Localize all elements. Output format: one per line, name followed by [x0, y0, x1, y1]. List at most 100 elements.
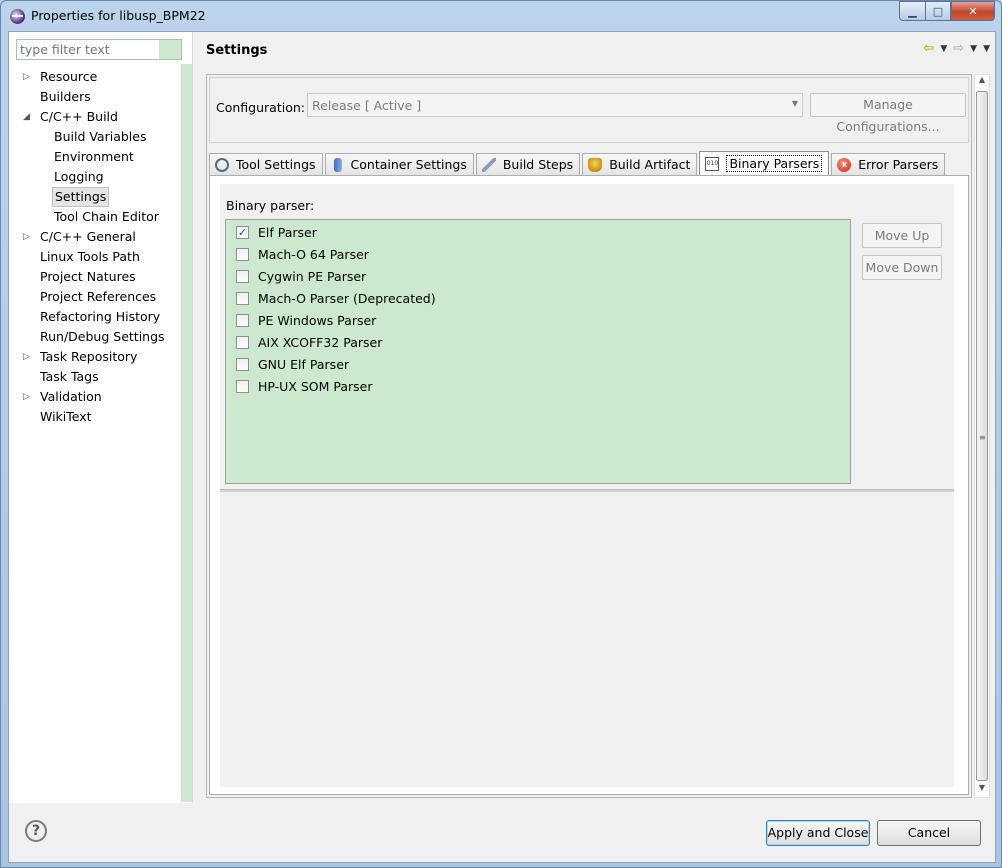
dialog-body: ▷ Resource Builders ◢ C/C++ Build Build Va… [8, 31, 996, 863]
parser-row-aix-xcoff32[interactable]: AIX XCOFF32 Parser [236, 331, 382, 353]
filter-input[interactable] [17, 40, 159, 59]
chevron-down-icon: ▼ [791, 99, 798, 108]
panel-sash[interactable] [220, 489, 954, 492]
close-button[interactable]: ✕ [951, 1, 995, 21]
parser-checkbox[interactable] [236, 379, 249, 393]
minimize-button[interactable]: ▁ [899, 1, 925, 21]
tree-item-label: Tool Chain Editor [54, 209, 159, 224]
tree-item-label: Task Repository [40, 349, 138, 364]
forward-arrow-icon[interactable]: ⇨ [953, 41, 964, 56]
tree-item-cpp-build[interactable]: ◢ C/C++ Build [21, 107, 181, 127]
parser-checkbox[interactable] [236, 357, 249, 371]
error-icon: x [837, 157, 852, 172]
parser-row-elf[interactable]: ✓ Elf Parser [236, 221, 317, 243]
tree-item-label: Task Tags [40, 369, 99, 384]
tree-item-resource[interactable]: ▷ Resource [21, 67, 181, 87]
tree-item-task-tags[interactable]: Task Tags [21, 367, 181, 387]
tree-item-validation[interactable]: ▷ Validation [21, 387, 181, 407]
collapse-icon[interactable]: ◢ [23, 107, 33, 127]
parser-checkbox[interactable] [236, 291, 249, 305]
tree-item-run-debug-settings[interactable]: Run/Debug Settings [21, 327, 181, 347]
vertical-scrollbar[interactable]: ▲ ≡ ▼ [974, 74, 990, 798]
preference-tree-pane: ▷ Resource Builders ◢ C/C++ Build Build Va… [9, 32, 193, 803]
tab-binary-parsers[interactable]: 010 Binary Parsers [699, 151, 830, 175]
binary-parsers-panel: Binary parser: ✓ Elf Parser Mach-O 64 Par… [209, 175, 969, 795]
title-bar[interactable]: Properties for libusp_BPM22 ▁ □ ✕ [1, 1, 1001, 31]
scroll-up-icon[interactable]: ▲ [975, 75, 989, 89]
manage-configurations-button[interactable]: Manage Configurations... [810, 93, 966, 134]
expand-icon[interactable]: ▷ [23, 347, 33, 367]
move-up-button[interactable]: Move Up [862, 223, 942, 248]
tab-error-parsers[interactable]: x Error Parsers [831, 153, 946, 175]
parser-row-cygwin-pe[interactable]: Cygwin PE Parser [236, 265, 366, 287]
preference-tree: ▷ Resource Builders ◢ C/C++ Build Build Va… [21, 67, 181, 427]
tree-item-wikitext[interactable]: WikiText [21, 407, 181, 427]
page-header: Settings ⇦ ▼ ⇨ ▼ ▼ [194, 32, 996, 68]
back-arrow-icon[interactable]: ⇦ [923, 41, 934, 56]
parser-row-pe-windows[interactable]: PE Windows Parser [236, 309, 376, 331]
apply-and-close-button[interactable]: Apply and Close [766, 820, 870, 846]
parser-options-area [220, 494, 954, 787]
cancel-button[interactable]: Cancel [877, 820, 981, 846]
tree-item-task-repository[interactable]: ▷ Task Repository [21, 347, 181, 367]
help-icon[interactable]: ? [25, 820, 47, 842]
tree-item-label: Builders [40, 89, 91, 104]
tab-build-artifact[interactable]: Build Artifact [582, 153, 698, 175]
binary-parser-list[interactable]: ✓ Elf Parser Mach-O 64 Parser Cygwin PE P… [225, 219, 851, 484]
tree-item-logging[interactable]: Logging [21, 167, 181, 187]
scroll-down-icon[interactable]: ▼ [975, 783, 989, 797]
properties-dialog: Properties for libusp_BPM22 ▁ □ ✕ ▷ Resou… [0, 0, 1002, 868]
filter-box [16, 39, 182, 60]
expand-icon[interactable]: ▷ [23, 67, 33, 87]
scrollbar-thumb[interactable]: ≡ [976, 91, 988, 781]
parser-checkbox[interactable] [236, 313, 249, 327]
settings-pane: Settings ⇦ ▼ ⇨ ▼ ▼ Configuration: Releas… [194, 32, 996, 803]
parser-label: PE Windows Parser [258, 312, 377, 328]
binary-parsers-content: Binary parser: ✓ Elf Parser Mach-O 64 Par… [220, 184, 954, 787]
tab-build-steps[interactable]: Build Steps [475, 153, 581, 175]
expand-icon[interactable]: ▷ [23, 227, 33, 247]
tree-item-label: Environment [54, 149, 134, 164]
tree-item-project-natures[interactable]: Project Natures [21, 267, 181, 287]
tree-item-label: Build Variables [54, 129, 147, 144]
expand-icon[interactable]: ▷ [23, 387, 33, 407]
maximize-button[interactable]: □ [925, 1, 951, 21]
tree-item-label: Linux Tools Path [40, 249, 140, 264]
back-menu-icon[interactable]: ▼ [940, 44, 947, 54]
parser-checkbox[interactable] [236, 335, 249, 349]
tree-item-settings[interactable]: Settings [21, 187, 181, 207]
tree-item-label: Validation [40, 389, 102, 404]
tab-label: Tool Settings [236, 157, 316, 172]
tree-item-label: Logging [54, 169, 104, 184]
parser-checkbox[interactable] [236, 269, 249, 283]
parser-row-mach-o-deprecated[interactable]: Mach-O Parser (Deprecated) [236, 287, 436, 309]
parser-checkbox-checked[interactable]: ✓ [236, 225, 249, 239]
tab-label: Error Parsers [858, 157, 939, 172]
move-down-button[interactable]: Move Down [862, 255, 942, 280]
tab-tool-settings[interactable]: Tool Settings [209, 153, 323, 175]
filter-clear-area [159, 40, 181, 59]
settings-tabs: Tool Settings Container Settings Build S… [209, 151, 947, 175]
configuration-select[interactable]: Release [ Active ] ▼ [307, 93, 803, 117]
tab-container-settings[interactable]: Container Settings [324, 153, 474, 175]
parser-label: Elf Parser [258, 224, 317, 240]
parser-label: Mach-O 64 Parser [258, 246, 369, 262]
tree-item-label: Resource [40, 69, 98, 84]
tree-item-cpp-general[interactable]: ▷ C/C++ General [21, 227, 181, 247]
parser-checkbox[interactable] [236, 247, 249, 261]
tree-item-linux-tools-path[interactable]: Linux Tools Path [21, 247, 181, 267]
forward-menu-icon[interactable]: ▼ [970, 44, 977, 54]
tree-item-environment[interactable]: Environment [21, 147, 181, 167]
tree-item-build-variables[interactable]: Build Variables [21, 127, 181, 147]
parser-label: Mach-O Parser (Deprecated) [258, 290, 436, 306]
view-menu-icon[interactable]: ▼ [983, 44, 990, 54]
parser-row-hp-ux-som[interactable]: HP-UX SOM Parser [236, 375, 373, 397]
parser-row-gnu-elf[interactable]: GNU Elf Parser [236, 353, 349, 375]
tree-item-builders[interactable]: Builders [21, 87, 181, 107]
tree-item-project-references[interactable]: Project References [21, 287, 181, 307]
history-navigation: ⇦ ▼ ⇨ ▼ ▼ [923, 41, 990, 56]
parser-row-mach-o-64[interactable]: Mach-O 64 Parser [236, 243, 369, 265]
tree-item-label: Run/Debug Settings [40, 329, 165, 344]
tree-item-tool-chain-editor[interactable]: Tool Chain Editor [21, 207, 181, 227]
tree-item-refactoring-history[interactable]: Refactoring History [21, 307, 181, 327]
